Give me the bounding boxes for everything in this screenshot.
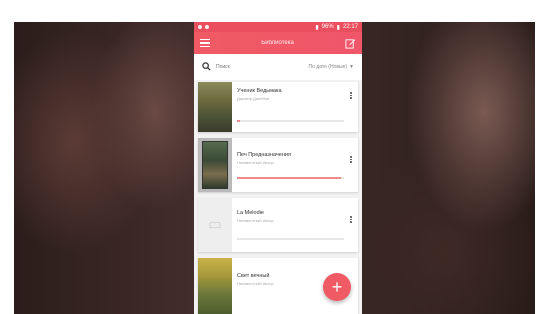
search-area xyxy=(202,58,256,76)
sort-label: По дате (Новые) xyxy=(308,64,348,70)
book-info: Печ Предназначения Неизвестный Автор xyxy=(232,138,358,192)
search-input[interactable] xyxy=(216,64,256,70)
progress-fill xyxy=(237,120,241,122)
book-placeholder-icon xyxy=(209,216,221,234)
battery-level: 96% xyxy=(321,24,334,30)
book-title: Ученик Ведьмака xyxy=(237,88,282,94)
add-icon: + xyxy=(331,277,343,297)
signal-icon: ▮ xyxy=(315,24,319,31)
reading-progress xyxy=(237,238,344,240)
book-cover xyxy=(198,198,232,252)
reading-progress xyxy=(237,177,344,179)
search-icon[interactable] xyxy=(202,58,211,76)
book-title: La Melodie xyxy=(237,210,264,216)
clock: 22:17 xyxy=(342,24,358,30)
book-title: Печ Предназначения xyxy=(237,152,291,158)
menu-icon[interactable] xyxy=(200,39,210,47)
more-vert-icon[interactable] xyxy=(350,156,352,163)
book-card[interactable]: Ученик Ведьмака Джозеф Дилейни xyxy=(198,82,358,132)
battery-icon: ▮ xyxy=(336,24,340,31)
chevron-down-icon: ▼ xyxy=(349,64,354,70)
more-vert-icon[interactable] xyxy=(350,216,352,223)
more-vert-icon[interactable] xyxy=(350,92,352,99)
app-title: Библиотека xyxy=(261,40,294,46)
notification-icon xyxy=(198,25,202,29)
book-author: Неизвестный Автор xyxy=(237,218,274,223)
book-author: Джозеф Дилейни xyxy=(237,96,270,101)
book-info: La Melodie Неизвестный Автор xyxy=(232,198,358,252)
book-cover xyxy=(198,258,232,314)
book-author: Неизвестный Автор xyxy=(237,160,274,165)
search-bar: По дате (Новые) ▼ xyxy=(194,54,362,80)
book-info: Ученик Ведьмака Джозеф Дилейни xyxy=(232,82,358,132)
add-book-button[interactable]: + xyxy=(323,273,351,301)
app-bar: Библиотека xyxy=(194,32,362,54)
sort-dropdown[interactable]: По дате (Новые) ▼ xyxy=(309,64,354,70)
progress-fill xyxy=(237,177,341,179)
settings-status-icon xyxy=(205,25,209,29)
book-cover xyxy=(198,138,232,192)
status-left xyxy=(198,25,209,29)
status-bar: ▮ 96% ▮ 22:17 xyxy=(194,22,362,32)
reading-progress xyxy=(237,120,344,122)
book-cover xyxy=(198,82,232,132)
edit-icon[interactable] xyxy=(345,38,356,49)
phone-screen: ▮ 96% ▮ 22:17 Библиотека По дате (Новые)… xyxy=(194,22,362,314)
status-right: ▮ 96% ▮ 22:17 xyxy=(315,24,358,31)
book-card[interactable]: Печ Предназначения Неизвестный Автор xyxy=(198,138,358,192)
book-card[interactable]: La Melodie Неизвестный Автор xyxy=(198,198,358,252)
